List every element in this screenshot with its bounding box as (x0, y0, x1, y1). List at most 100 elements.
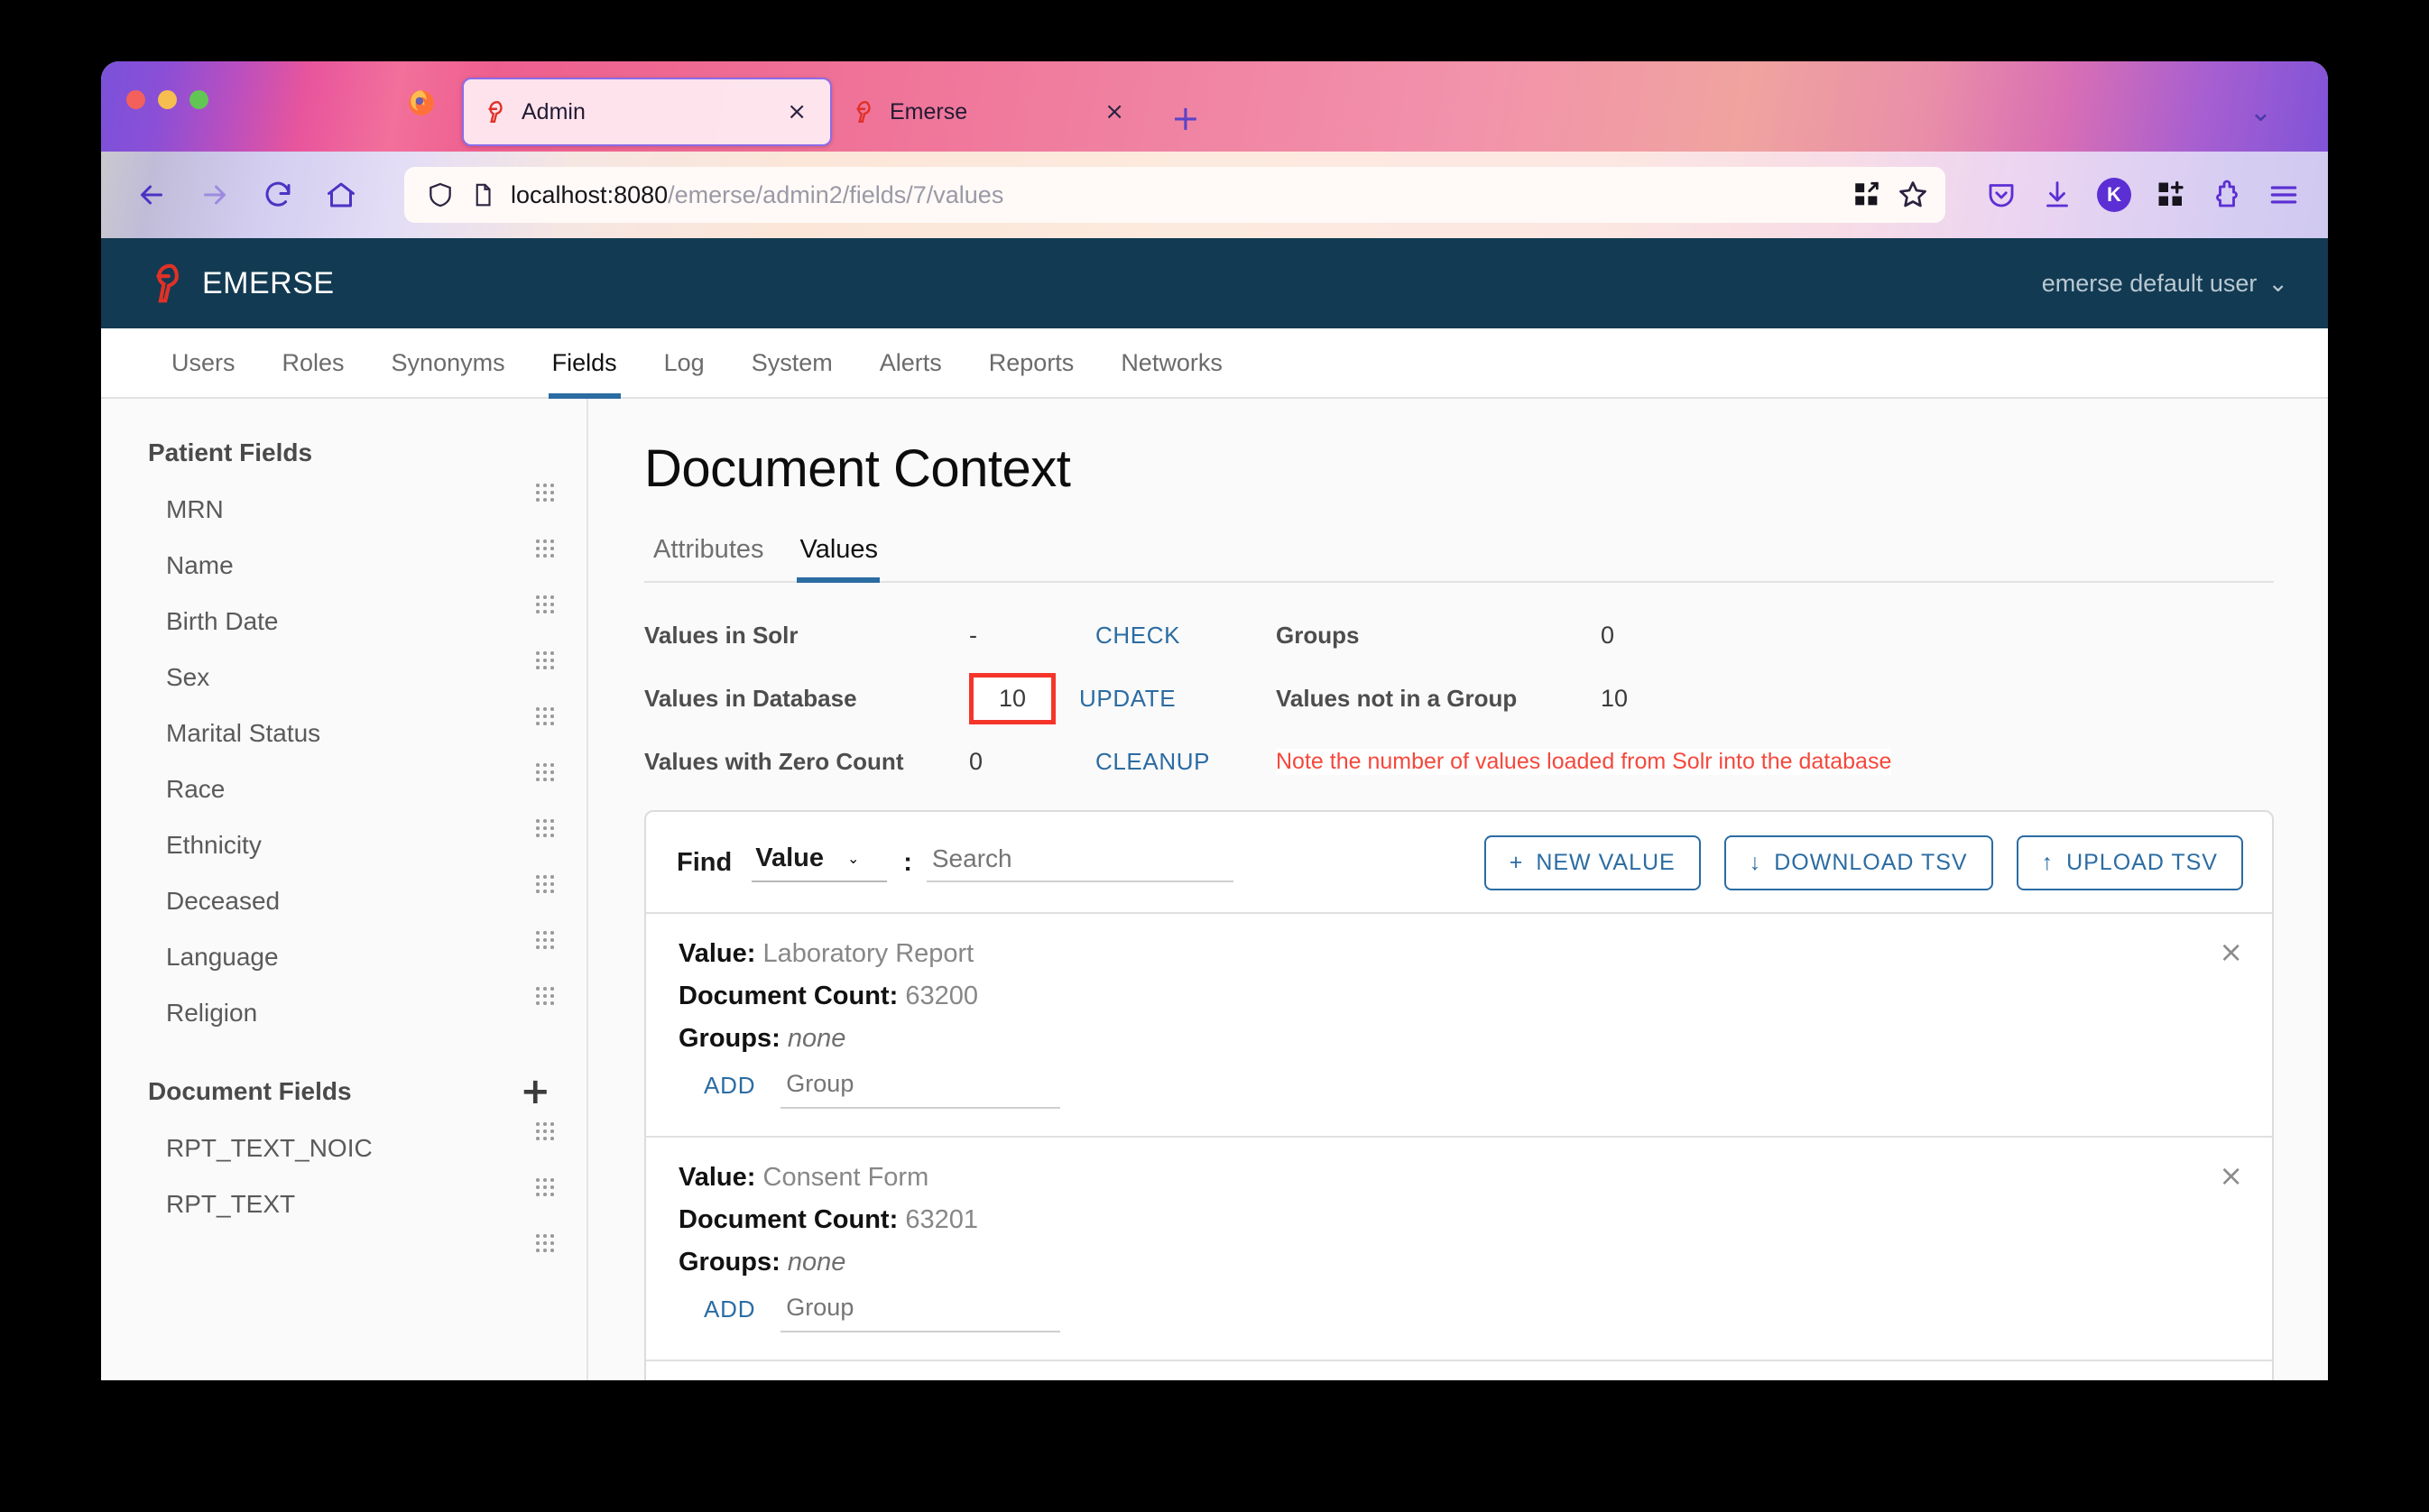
value-card: Value: Nutrition Note × (646, 1360, 2272, 1380)
upload-tsv-button[interactable]: ↑ UPLOAD TSV (2016, 835, 2243, 890)
value-card: Value: Laboratory Report Document Count:… (646, 912, 2272, 1136)
app-body: Patient Fields MRN Name Birth Date Sex M… (101, 399, 2328, 1380)
browser-tabs: Admin × Emerse × + (462, 61, 1200, 152)
document-count-row: Document Count: 63201 (679, 1205, 2241, 1235)
delete-value-icon[interactable]: × (2219, 937, 2243, 966)
puzzle-icon[interactable] (2211, 179, 2243, 211)
sidebar-item-religion[interactable]: Religion (101, 985, 586, 1041)
drag-handle-icon[interactable] (536, 1122, 554, 1142)
groups-row: Groups: none (679, 1024, 2241, 1054)
nav-item-system[interactable]: System (728, 328, 856, 397)
find-field-select[interactable]: Value ⌄ (752, 844, 888, 882)
tab-close-icon[interactable]: × (781, 97, 812, 127)
sidebar-item-partial[interactable] (101, 1232, 586, 1259)
drag-handle-icon[interactable] (536, 1234, 554, 1254)
drag-handle-icon[interactable] (536, 707, 554, 727)
values-panel: Find Value ⌄ : + NEW VALUE (644, 810, 2274, 1380)
groups-value: none (787, 1024, 846, 1053)
url-bar[interactable]: localhost:8080/emerse/admin2/fields/7/va… (404, 167, 1945, 223)
page-title: Document Context (644, 439, 1071, 498)
browser-tab-admin[interactable]: Admin × (462, 78, 832, 146)
extensions-icon[interactable] (1852, 180, 1882, 210)
download-tsv-button[interactable]: ↓ DOWNLOAD TSV (1723, 835, 1993, 890)
nav-item-synonyms[interactable]: Synonyms (368, 328, 529, 397)
user-menu[interactable]: emerse default user ⌄ (2042, 270, 2288, 298)
add-group-button[interactable]: ADD (704, 1072, 755, 1109)
account-icon[interactable]: K (2097, 178, 2131, 212)
drag-handle-icon[interactable] (536, 539, 554, 559)
sidebar-item-label: RPT_TEXT_NOIC (166, 1134, 373, 1162)
maximize-window-button[interactable] (189, 90, 208, 109)
bookmark-star-icon[interactable] (1897, 179, 1929, 211)
sidebar-item-name[interactable]: Name (101, 538, 586, 594)
sidebar-item-deceased[interactable]: Deceased (101, 873, 586, 929)
drag-handle-icon[interactable] (536, 763, 554, 783)
sidebar-section-document-fields: Document Fields + (101, 1041, 586, 1120)
annotation-row: Note the number of values loaded from So… (1276, 740, 1892, 783)
menu-icon[interactable] (2267, 178, 2301, 212)
minimize-window-button[interactable] (158, 90, 177, 109)
update-button[interactable]: UPDATE (1079, 685, 1176, 713)
search-input[interactable] (926, 844, 1233, 882)
page-icon[interactable] (469, 181, 496, 208)
sidebar-item-label: Religion (166, 999, 258, 1027)
new-value-button[interactable]: + NEW VALUE (1483, 835, 1701, 890)
nav-item-networks[interactable]: Networks (1097, 328, 1246, 397)
drag-handle-icon[interactable] (536, 931, 554, 951)
browser-tab-emerse[interactable]: Emerse × (832, 78, 1148, 146)
group-input[interactable] (780, 1070, 1061, 1109)
nav-item-reports[interactable]: Reports (965, 328, 1098, 397)
sidebar-item-mrn[interactable]: MRN (101, 482, 586, 538)
sidebar-item-race[interactable]: Race (101, 761, 586, 817)
nav-item-fields[interactable]: Fields (529, 328, 641, 399)
brand[interactable]: EMERSE (148, 263, 335, 304)
tab-list-chevron-icon[interactable]: ⌄ (2249, 97, 2272, 128)
fields-sidebar: Patient Fields MRN Name Birth Date Sex M… (101, 399, 588, 1380)
sidebar-item-marital-status[interactable]: Marital Status (101, 705, 586, 761)
group-input[interactable] (780, 1294, 1061, 1332)
forward-icon[interactable] (191, 171, 238, 218)
brand-name: EMERSE (202, 265, 335, 300)
drag-handle-icon[interactable] (536, 875, 554, 895)
drag-handle-icon[interactable] (536, 595, 554, 615)
cleanup-button[interactable]: CLEANUP (1095, 748, 1210, 776)
drag-handle-icon[interactable] (536, 651, 554, 671)
drag-handle-icon[interactable] (536, 819, 554, 839)
delete-value-icon[interactable]: × (2219, 1161, 2243, 1190)
sidebar-item-label: Ethnicity (166, 831, 262, 859)
sidebar-item-language[interactable]: Language (101, 929, 586, 985)
value-card: Value: Consent Form Document Count: 6320… (646, 1136, 2272, 1360)
sidebar-item-rpt-text[interactable]: RPT_TEXT (101, 1176, 586, 1232)
sidebar-item-rpt-text-noic[interactable]: RPT_TEXT_NOIC (101, 1120, 586, 1176)
download-icon[interactable] (2041, 179, 2073, 211)
sidebar-item-ethnicity[interactable]: Ethnicity (101, 817, 586, 873)
nav-item-log[interactable]: Log (641, 328, 728, 397)
check-button[interactable]: CHECK (1095, 622, 1180, 650)
new-tab-button[interactable]: + (1171, 101, 1200, 135)
nav-item-roles[interactable]: Roles (259, 328, 368, 397)
tab-close-icon[interactable]: × (1099, 97, 1130, 127)
reload-icon[interactable] (254, 171, 301, 218)
sidebar-item-sex[interactable]: Sex (101, 650, 586, 705)
add-group-button[interactable]: ADD (704, 1295, 755, 1332)
tab-attributes[interactable]: Attributes (644, 530, 782, 581)
pocket-icon[interactable] (1985, 179, 2018, 211)
home-icon[interactable] (318, 171, 365, 218)
back-icon[interactable] (128, 171, 175, 218)
nav-label: Roles (282, 348, 345, 376)
main-content: Document Context Attributes Values Value… (588, 399, 2328, 1380)
add-document-field-button[interactable]: + (520, 1074, 550, 1110)
shield-icon[interactable] (426, 180, 455, 209)
nav-item-alerts[interactable]: Alerts (856, 328, 965, 397)
sidebar-item-birth-date[interactable]: Birth Date (101, 594, 586, 650)
drag-handle-icon[interactable] (536, 1178, 554, 1198)
close-window-button[interactable] (126, 90, 145, 109)
nav-item-users[interactable]: Users (148, 328, 259, 397)
drag-handle-icon[interactable] (536, 484, 554, 503)
drag-handle-icon[interactable] (536, 987, 554, 1007)
stat-value-highlighted: 10 (969, 672, 1056, 724)
tab-values[interactable]: Values (791, 530, 897, 583)
find-bar: Find Value ⌄ : + NEW VALUE (646, 812, 2272, 912)
document-count-value: 63201 (905, 1205, 978, 1234)
add-extension-icon[interactable] (2155, 179, 2187, 211)
